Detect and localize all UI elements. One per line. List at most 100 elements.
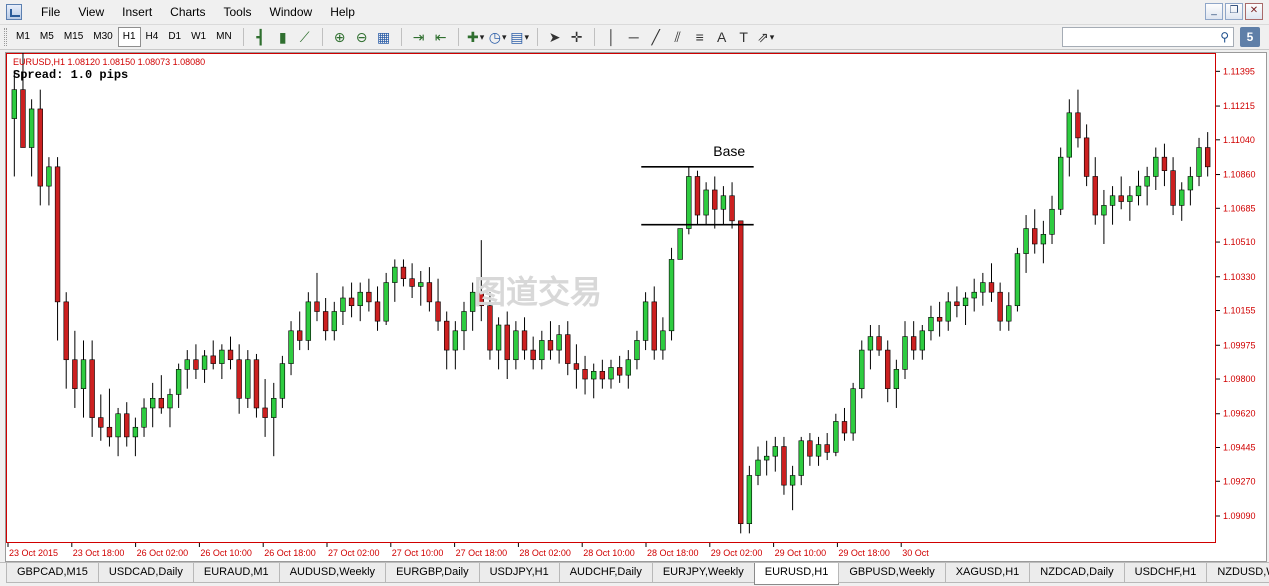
x-tick-label: 30 Oct <box>902 548 929 558</box>
menu-file[interactable]: File <box>32 1 69 23</box>
equidistant-channel-icon[interactable]: ⫽ <box>667 27 689 47</box>
templates-icon[interactable]: ▤ <box>509 27 531 47</box>
y-tick-label: 1.09270 <box>1223 476 1256 486</box>
chart-shift-icon[interactable]: ⇤ <box>430 27 452 47</box>
vertical-line-icon[interactable]: │ <box>601 27 623 47</box>
candle-body <box>297 330 303 341</box>
close-button[interactable]: ✕ <box>1245 3 1263 20</box>
candle-body <box>945 301 951 322</box>
candle-body <box>893 369 900 389</box>
text-label-icon[interactable]: T <box>733 27 755 47</box>
search-input[interactable]: ⚲ <box>1062 27 1234 47</box>
spread-label: Spread: 1.0 pips <box>13 68 129 82</box>
candle-body <box>158 398 165 409</box>
chart-tab-nzdusd-we[interactable]: NZDUSD,We <box>1206 563 1269 583</box>
candle-body <box>210 355 216 364</box>
bar-chart-icon[interactable]: ┫ <box>250 27 272 47</box>
zoom-out-icon[interactable]: ⊖ <box>351 27 373 47</box>
chart-tab-eurgbp-daily[interactable]: EURGBP,Daily <box>385 563 480 583</box>
fibonacci-icon[interactable]: ≡ <box>689 27 711 47</box>
minimize-button[interactable]: _ <box>1205 3 1223 20</box>
menu-insert[interactable]: Insert <box>113 1 161 23</box>
chart-tab-usdchf-h1[interactable]: USDCHF,H1 <box>1123 563 1208 583</box>
chart-tab-usdcad-daily[interactable]: USDCAD,Daily <box>97 563 194 583</box>
timeframe-d1[interactable]: D1 <box>163 27 186 47</box>
timeframe-h1[interactable]: H1 <box>117 27 141 47</box>
chart-tab-audusd-weekly[interactable]: AUDUSD,Weekly <box>278 563 387 583</box>
candlestick-chart-icon[interactable]: ▮ <box>272 27 294 47</box>
candle-body <box>340 297 346 312</box>
candle-body <box>72 359 78 389</box>
candle-body <box>253 359 260 409</box>
timeframe-m30[interactable]: M30 <box>88 27 117 47</box>
line-chart-icon[interactable]: ⟋ <box>294 27 316 47</box>
arrows-icon[interactable]: ⇗ <box>755 27 777 47</box>
candle-body <box>452 330 459 351</box>
indicators-icon[interactable]: ✚ <box>465 27 487 47</box>
candle-body <box>1032 228 1038 245</box>
x-tick-label: 29 Oct 18:00 <box>838 548 890 558</box>
chart-tab-nzdcad-daily[interactable]: NZDCAD,Daily <box>1029 563 1125 583</box>
x-tick-label: 29 Oct 02:00 <box>711 548 763 558</box>
cursor-icon[interactable]: ➤ <box>544 27 566 47</box>
watermark: 图道交易 <box>474 273 602 311</box>
chart-area[interactable]: 1.11395 1.11215 1.11040 1.10860 1.10685 1.105… <box>5 52 1267 562</box>
search-icon[interactable]: ⚲ <box>1220 30 1229 44</box>
chart-tab-gbpcad-m15[interactable]: GBPCAD,M15 <box>6 563 99 583</box>
candle-body <box>686 176 692 229</box>
toolbar-grip[interactable] <box>4 28 7 46</box>
candle-body <box>677 228 683 260</box>
timeframe-mn[interactable]: MN <box>211 27 237 47</box>
toolbar-separator <box>321 28 323 46</box>
chart-tab-euraud-m1[interactable]: EURAUD,M1 <box>192 563 280 583</box>
candle-body <box>980 282 986 293</box>
y-tick-label: 1.10685 <box>1223 203 1256 213</box>
candle-body <box>11 89 18 119</box>
horizontal-line-icon[interactable]: ─ <box>623 27 645 47</box>
zoom-in-icon[interactable]: ⊕ <box>329 27 351 47</box>
app-icon <box>6 4 22 20</box>
menu-view[interactable]: View <box>69 1 113 23</box>
timeframe-h4[interactable]: H4 <box>141 27 164 47</box>
candle-body <box>322 311 329 332</box>
chart-tab-xagusd-h1[interactable]: XAGUSD,H1 <box>944 563 1031 583</box>
chart-tab-gbpusd-weekly[interactable]: GBPUSD,Weekly <box>838 563 946 583</box>
candle-body <box>789 475 796 486</box>
candle-body <box>314 301 320 312</box>
candle-body <box>1049 208 1055 235</box>
periods-clock-icon[interactable]: ◷ <box>487 27 509 47</box>
tile-windows-icon[interactable]: ▦ <box>373 27 395 47</box>
text-icon[interactable]: A <box>711 27 733 47</box>
menu-charts[interactable]: Charts <box>161 1 214 23</box>
timeframe-m1[interactable]: M1 <box>11 27 35 47</box>
timeframe-w1[interactable]: W1 <box>186 27 211 47</box>
candle-body <box>962 297 969 307</box>
candle-body <box>582 369 588 380</box>
auto-scroll-icon[interactable]: ⇥ <box>408 27 430 47</box>
restore-button[interactable]: ❐ <box>1225 3 1243 20</box>
x-tick-label: 27 Oct 10:00 <box>392 548 444 558</box>
menu-tools[interactable]: Tools <box>215 1 261 23</box>
menu-help[interactable]: Help <box>321 1 364 23</box>
chart-tab-usdjpy-h1[interactable]: USDJPY,H1 <box>478 563 560 583</box>
candle-body <box>1179 189 1185 206</box>
candle-body <box>1092 176 1098 216</box>
timeframe-m15[interactable]: M15 <box>59 27 88 47</box>
candle-body <box>712 189 718 210</box>
crosshair-icon[interactable]: ✛ <box>566 27 588 47</box>
candle-body <box>305 301 312 341</box>
trendline-icon[interactable]: ╱ <box>645 27 667 47</box>
candle-body <box>798 440 804 476</box>
candle-body <box>426 282 433 303</box>
timeframe-m5[interactable]: M5 <box>35 27 59 47</box>
candle-body <box>262 407 268 418</box>
y-tick-label: 1.09445 <box>1223 443 1256 453</box>
chart-tab-audchf-daily[interactable]: AUDCHF,Daily <box>558 563 653 583</box>
candlestick-chart[interactable]: 1.11395 1.11215 1.11040 1.10860 1.10685 1.105… <box>6 53 1266 561</box>
messages-badge[interactable]: 5 <box>1240 27 1260 47</box>
candle-body <box>132 426 139 438</box>
menu-window[interactable]: Window <box>261 1 322 23</box>
candle-body <box>184 359 190 370</box>
chart-tab-eurusd-h1[interactable]: EURUSD,H1 <box>753 563 840 585</box>
chart-tab-eurjpy-weekly[interactable]: EURJPY,Weekly <box>651 563 755 583</box>
